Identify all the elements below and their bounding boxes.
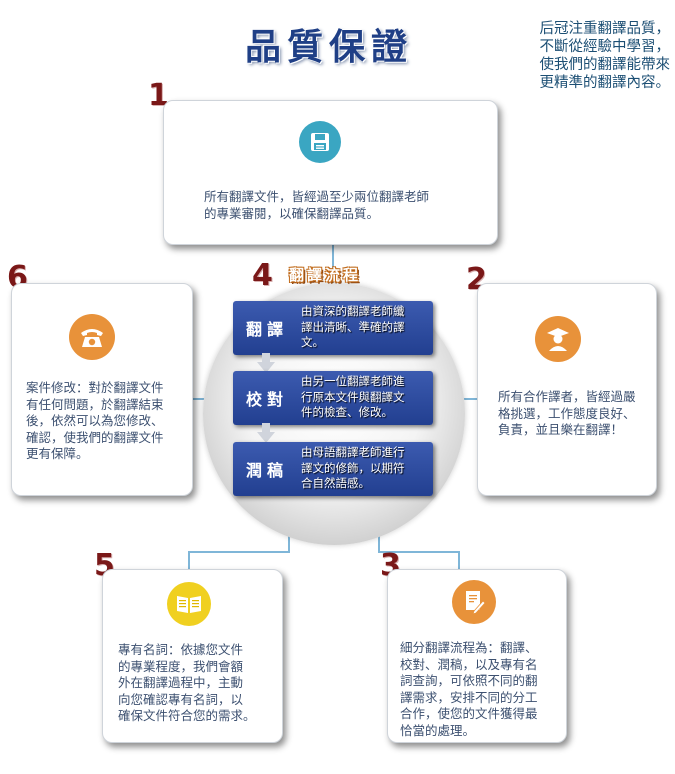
flow-title: 翻譯流程: [289, 266, 362, 284]
telephone-icon: [69, 314, 115, 360]
card-case-revision: 案件修改：對於翻譯文件 有任何問題，於翻譯結束 後，依然可以為您修改、 確認，使…: [11, 283, 193, 496]
slogan: 后冠注重翻譯品質， 不斷從經驗中學習， 使我們的翻譯能帶來 更精準的翻譯內容。: [498, 20, 671, 92]
flow-step-proofread: 校對 由另一位翻譯老師進 行原本文件與翻譯文 件的檢查、修改。: [233, 371, 433, 425]
card-professional-review: 所有翻譯文件，皆經過至少兩位翻譯老師 的專業審閱，以確保翻譯品質。: [163, 100, 498, 245]
down-arrow-icon: [257, 423, 275, 443]
card-terminology: 專有名詞：依據您文件 的專業程度，我們會額 外在翻譯過程中，主動 向您確認專有名…: [102, 569, 283, 743]
card-text: 細分翻譯流程為：翻譯、 校對、潤稿，以及專有名 詞查詢，可依照不同的翻 譯需求，…: [400, 640, 538, 738]
step-number-4: 4: [252, 258, 273, 293]
card-text: 所有翻譯文件，皆經過至少兩位翻譯老師 的專業審閱，以確保翻譯品質。: [204, 189, 430, 221]
connector-line: [188, 551, 290, 553]
connector-line: [188, 551, 190, 569]
flow-step-desc: 由資深的翻譯老師纖 譯出清晰、準確的譯 文。: [301, 304, 405, 349]
slogan-line: 使我們的翻譯能帶來: [539, 57, 671, 73]
card-qualified-translators: 所有合作譯者，皆經過嚴 格挑選，工作態度良好、 負責，並且樂在翻譯！: [477, 283, 657, 496]
document-pen-icon: [452, 580, 496, 624]
flow-step-label: 翻譯: [246, 320, 289, 339]
flow-step-desc: 由另一位翻譯老師進 行原本文件與翻譯文 件的檢查、修改。: [301, 374, 405, 419]
flow-step-translate: 翻譯 由資深的翻譯老師纖 譯出清晰、準確的譯 文。: [233, 301, 433, 355]
card-detailed-workflow: 細分翻譯流程為：翻譯、 校對、潤稿，以及專有名 詞查詢，可依照不同的翻 譯需求，…: [387, 569, 567, 743]
flow-step-polish: 潤稿 由母語翻譯老師進行 譯文的修飾，以期符 合自然語感。: [233, 442, 433, 496]
open-book-icon: [167, 582, 211, 626]
slogan-line: 更精準的翻譯內容。: [539, 75, 671, 91]
down-arrow-icon: [257, 353, 275, 373]
slogan-line: 不斷從經驗中學習，: [539, 39, 671, 55]
flow-step-desc: 由母語翻譯老師進行 譯文的修飾，以期符 合自然語感。: [301, 445, 405, 490]
page-title: 品質保證: [245, 27, 414, 68]
connector-line: [458, 551, 460, 569]
flow-step-label: 潤稿: [246, 461, 289, 480]
floppy-disk-icon: [299, 121, 341, 163]
slogan-line: 后冠注重翻譯品質，: [539, 21, 671, 37]
flow-step-label: 校對: [246, 390, 289, 409]
card-text: 專有名詞：依據您文件 的專業程度，我們會額 外在翻譯過程中，主動 向您確認專有名…: [118, 642, 256, 723]
card-text: 案件修改：對於翻譯文件 有任何問題，於翻譯結束 後，依然可以為您修改、 確認，使…: [26, 380, 164, 461]
card-text: 所有合作譯者，皆經過嚴 格挑選，工作態度良好、 負責，並且樂在翻譯！: [498, 389, 636, 437]
graduate-person-icon: [535, 316, 581, 362]
